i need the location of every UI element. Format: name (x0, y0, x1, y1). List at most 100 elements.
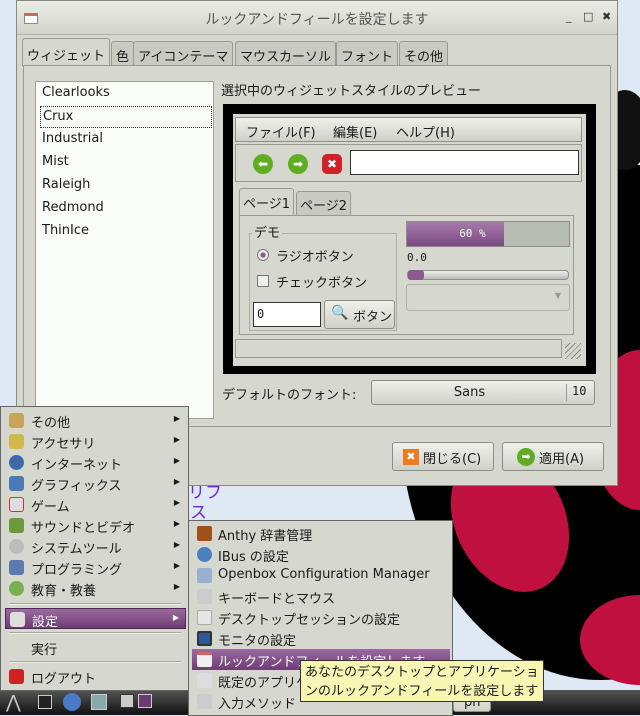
menu-item-internet[interactable]: インターネット ▶ (5, 452, 186, 473)
tab-other[interactable]: その他 (399, 41, 449, 66)
scale-value: 0.0 (407, 251, 427, 264)
theme-item-selected[interactable]: Crux (40, 106, 212, 128)
tab-widget[interactable]: ウィジェット (22, 38, 111, 66)
demo-frame-label: デモ (252, 222, 283, 241)
statusbar (235, 339, 562, 358)
settings-icon (10, 612, 25, 627)
radio-label: ラジオボタン (276, 250, 354, 265)
menu-item-games[interactable]: ゲーム ▶ (5, 494, 186, 515)
theme-item[interactable]: Clearlooks (40, 83, 212, 105)
theme-list[interactable]: Clearlooks Crux Industrial Mist Raleigh … (35, 81, 214, 419)
menu-file[interactable]: ファイル(F) (246, 122, 316, 141)
submenu-item[interactable]: キーボードとマウス (192, 586, 450, 607)
apply-button[interactable]: ➡ 適用(A) (502, 442, 604, 471)
submenu-item[interactable]: モニタの設定 (192, 628, 450, 649)
theme-item[interactable]: Redmond (40, 198, 212, 220)
window-title: ルックアンドフィールを設定します (205, 12, 429, 28)
preview-tab-page2[interactable]: ページ2 (296, 191, 352, 215)
menu-edit[interactable]: 編集(E) (333, 122, 377, 141)
system-icon (9, 539, 24, 554)
menu-item-education[interactable]: 教育・教養 ▶ (5, 578, 186, 599)
submenu-item[interactable]: Openbox Configuration Manager (192, 565, 450, 586)
preview-entry[interactable] (350, 150, 579, 175)
spin-button[interactable]: 0 (253, 302, 321, 327)
preview-tab-page1[interactable]: ページ1 (239, 188, 295, 215)
preview-button-label: ボタン (353, 310, 393, 325)
menu-item-logout[interactable]: ログアウト (5, 666, 186, 687)
tab-color[interactable]: 色 (111, 41, 135, 66)
tooltip: あなたのデスクトップとアプリケーションのルックアンドフィールを設定します (300, 660, 544, 702)
radio-button[interactable] (257, 249, 269, 261)
browser-icon[interactable] (63, 693, 81, 711)
start-menu: その他 ▶ アクセサリ ▶ インターネット ▶ グラフィックス ▶ ゲーム ▶ サウンドと… (0, 406, 189, 691)
close-window-button[interactable]: ✖ (602, 10, 611, 23)
combo-arrow-icon: ▼ (554, 291, 561, 300)
education-icon (9, 581, 24, 596)
game-icon (9, 497, 24, 512)
appearance-icon (197, 652, 212, 667)
menu-item-accessories[interactable]: アクセサリ ▶ (5, 431, 186, 452)
back-icon[interactable]: ⬅ (253, 154, 273, 174)
session-icon (197, 610, 212, 625)
sound-icon (9, 518, 24, 533)
terminal-icon[interactable] (38, 695, 52, 709)
check-button[interactable] (257, 275, 269, 287)
misc-icon (9, 413, 24, 428)
scale-slider[interactable] (407, 270, 569, 280)
resize-grip-icon[interactable] (565, 343, 581, 359)
progress-fill (407, 222, 505, 246)
apply-button-label: 適用(A) (539, 452, 585, 467)
default-font-label: デフォルトのフォント: (222, 388, 357, 403)
close-button-label: 閉じる(C) (423, 452, 482, 467)
programming-icon (9, 560, 24, 575)
close-button[interactable]: ✖ 閉じる(C) (392, 442, 494, 471)
menu-item-sound-video[interactable]: サウンドとビデオ ▶ (5, 515, 186, 536)
font-button[interactable]: Sans 10 (371, 380, 595, 405)
desktop-2-button[interactable] (138, 694, 152, 708)
maximize-button[interactable]: □ (583, 10, 593, 23)
menu-item-run[interactable]: 実行 (5, 637, 186, 658)
submenu-item[interactable]: デスクトップセッションの設定 (192, 607, 450, 628)
minimize-button[interactable]: _ (566, 10, 572, 23)
tab-icon-theme[interactable]: アイコンテーマ (133, 41, 234, 66)
menu-item-system-tools[interactable]: システムツール ▶ (5, 536, 186, 557)
theme-item[interactable]: Mist (40, 152, 212, 174)
preview-combobox[interactable]: ▼ (406, 284, 570, 311)
preview-toolbar: ⬅ ➡ ✖ (235, 144, 582, 182)
desktop-1-button[interactable] (120, 694, 134, 708)
menu-item-programming[interactable]: プログラミング ▶ (5, 557, 186, 578)
gear-icon (197, 547, 212, 562)
menu-help[interactable]: ヘルプ(H) (396, 122, 455, 141)
monitor-icon (197, 631, 212, 646)
preview-label: 選択中のウィジェットスタイルのプレビュー (221, 84, 482, 99)
lxde-menu-icon[interactable]: ⋀ (6, 692, 21, 713)
default-apps-icon (197, 673, 212, 688)
progress-bar: 60 % (406, 221, 570, 247)
submenu-item[interactable]: IBus の設定 (192, 544, 450, 565)
globe-icon (9, 455, 24, 470)
tab-mouse-cursor[interactable]: マウスカーソル (235, 41, 337, 66)
close-icon: ✖ (403, 449, 419, 465)
windows-icon[interactable] (91, 694, 107, 710)
submenu-item[interactable]: Anthy 辞書管理 (192, 523, 450, 544)
theme-item[interactable]: Industrial (40, 129, 212, 151)
menu-item-settings[interactable]: 設定 ▶ (5, 608, 186, 630)
preview-menubar: ファイル(F) 編集(E) ヘルプ(H) (235, 117, 582, 142)
preview-button[interactable]: 🔍 ボタン (324, 300, 395, 329)
menu-item-graphics[interactable]: グラフィックス ▶ (5, 473, 186, 494)
logout-icon (9, 669, 24, 684)
graphics-icon (9, 476, 24, 491)
apply-icon: ➡ (517, 448, 535, 466)
theme-item[interactable]: ThinIce (40, 221, 212, 243)
title-bar[interactable]: ルックアンドフィールを設定します _ □ ✖ (17, 1, 617, 35)
openbox-icon (197, 568, 212, 583)
theme-item[interactable]: Raleigh (40, 175, 212, 197)
keyboard-icon (197, 589, 212, 604)
accessories-icon (9, 434, 24, 449)
stop-icon[interactable]: ✖ (322, 154, 342, 174)
forward-icon[interactable]: ➡ (288, 154, 308, 174)
progress-text: 60 % (459, 227, 486, 240)
tab-font[interactable]: フォント (336, 41, 399, 66)
menu-item-other[interactable]: その他 ▶ (5, 410, 186, 431)
scale-thumb[interactable] (408, 270, 424, 280)
